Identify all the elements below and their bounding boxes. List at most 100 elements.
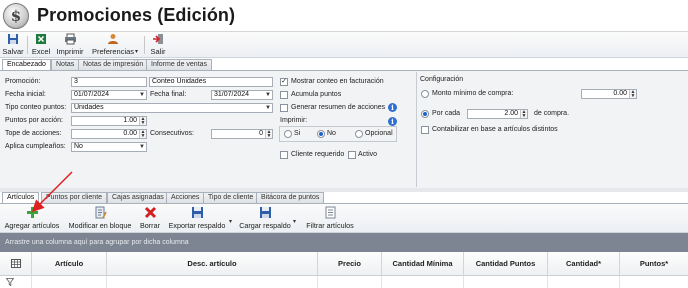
activo-label: Activo <box>358 151 378 158</box>
tab-puntos-cliente[interactable]: Puntos por cliente <box>41 192 108 203</box>
export-backup-button[interactable]: Exportar respaldo <box>166 206 228 232</box>
imprimir-no-radio[interactable] <box>317 130 325 138</box>
add-articles-label: Agregar artículos <box>4 221 60 230</box>
delete-button[interactable]: Borrar <box>137 206 163 232</box>
filter-cell[interactable] <box>318 276 382 288</box>
spin-arrows-icon[interactable]: ▲ ▼ <box>520 110 527 118</box>
print-button[interactable]: Imprimir <box>55 33 85 57</box>
chevron-down-icon[interactable]: ▼ <box>264 104 272 112</box>
consecutivos-field[interactable]: 0 ▲ ▼ <box>211 129 273 139</box>
monto-minimo-field[interactable]: 0.00 ▲ ▼ <box>581 89 637 99</box>
tab-notas[interactable]: Notas <box>51 59 80 70</box>
filter-cell[interactable] <box>548 276 620 288</box>
de-compra-label: de compra. <box>534 110 570 117</box>
cliente-requerido-checkbox[interactable] <box>280 151 288 159</box>
filter-cell[interactable] <box>382 276 464 288</box>
excel-button[interactable]: Excel <box>30 33 52 57</box>
filter-articles-label: Filtrar artículos <box>306 221 354 230</box>
title-bar: $ Promociones (Edición) <box>0 0 688 32</box>
group-by-drop-area[interactable]: Arrastre una columna aquí para agrupar p… <box>0 233 688 252</box>
fecha-final-label: Fecha final: <box>150 91 187 98</box>
puntos-accion-field[interactable]: 1.00 ▲ ▼ <box>71 116 147 126</box>
consecutivos-label: Consecutivos: <box>150 130 194 137</box>
info-icon[interactable]: i <box>388 117 397 126</box>
preferences-button[interactable]: Preferencias <box>91 33 135 57</box>
fecha-inicial-label: Fecha inicial: <box>5 91 46 98</box>
tab-notas-impresion[interactable]: Notas de impresión <box>78 59 149 70</box>
monto-minimo-label: Monto mínimo de compra: <box>432 90 514 97</box>
tope-acciones-field[interactable]: 0.00 ▲ ▼ <box>71 129 147 139</box>
column-puntos[interactable]: Puntos* <box>620 252 688 276</box>
bulk-edit-button[interactable]: Modificar en bloque <box>65 206 135 232</box>
monto-minimo-radio[interactable] <box>421 90 429 98</box>
acumula-puntos-checkbox[interactable] <box>280 91 288 99</box>
filter-cell[interactable] <box>464 276 548 288</box>
add-articles-button[interactable]: Agregar artículos <box>2 206 62 232</box>
por-cada-radio[interactable] <box>421 110 429 118</box>
por-cada-field[interactable]: 2.00 ▲ ▼ <box>467 109 528 119</box>
column-chooser-icon[interactable] <box>0 252 32 276</box>
grid-header: Artículo Desc. artículo Precio Cantidad … <box>0 252 688 276</box>
fecha-final-field[interactable]: 31/07/2024 ▼ <box>211 90 273 100</box>
aplica-cumple-select[interactable]: No ▼ <box>71 142 147 152</box>
dollar-coin-icon: $ <box>3 3 29 29</box>
tipo-conteo-value: Unidades <box>74 104 104 111</box>
tab-cajas-asignadas[interactable]: Cajas asignadas <box>107 192 169 203</box>
export-dropdown-arrow[interactable]: ▾ <box>229 218 232 225</box>
filter-funnel-icon[interactable] <box>0 276 32 288</box>
grid-filter-row <box>0 276 688 288</box>
chevron-down-icon[interactable]: ▼ <box>264 91 272 99</box>
descripcion-field[interactable]: Conteo Unidades <box>149 77 273 87</box>
tab-informe-ventas[interactable]: Informe de ventas <box>146 59 213 70</box>
configuracion-title: Configuración <box>420 76 464 83</box>
promocion-field[interactable]: 3 <box>71 77 147 87</box>
aplica-cumple-value: No <box>74 143 83 150</box>
filter-articles-button[interactable]: Filtrar artículos <box>302 206 358 232</box>
contabilizar-checkbox[interactable] <box>421 126 429 134</box>
header-form-panel: Promoción: 3 Conteo Unidades Fecha inici… <box>0 70 688 188</box>
activo-checkbox[interactable] <box>348 151 356 159</box>
imprimir-si-radio[interactable] <box>284 130 292 138</box>
promocion-label: Promoción: <box>5 78 41 85</box>
spin-arrows-icon[interactable]: ▲ ▼ <box>265 130 272 138</box>
tab-acciones[interactable]: Acciones <box>166 192 205 203</box>
column-cantidad-minima[interactable]: Cantidad Mínima <box>382 252 464 276</box>
toolbar-separator <box>27 36 28 54</box>
chevron-down-icon[interactable]: ▼ <box>138 91 146 99</box>
spin-arrows-icon[interactable]: ▲ ▼ <box>629 90 636 98</box>
fecha-inicial-field[interactable]: 01/07/2024 ▼ <box>71 90 147 100</box>
column-desc-articulo[interactable]: Desc. artículo <box>107 252 318 276</box>
bulk-edit-label: Modificar en bloque <box>68 221 132 230</box>
detail-tabs: Artículos Puntos por cliente Cajas asign… <box>0 192 688 203</box>
bulk-edit-icon <box>65 206 135 221</box>
filter-cell[interactable] <box>32 276 107 288</box>
tab-articulos[interactable]: Artículos <box>2 192 40 203</box>
save-button[interactable]: Salvar <box>2 33 24 57</box>
load-backup-button[interactable]: Cargar respaldo <box>238 206 292 232</box>
column-articulo[interactable]: Artículo <box>32 252 107 276</box>
excel-label: Excel <box>31 47 51 56</box>
spin-arrows-icon[interactable]: ▲ ▼ <box>139 117 146 125</box>
filter-cell[interactable] <box>620 276 688 288</box>
contabilizar-label: Contabilizar en base a artículos distint… <box>432 126 558 133</box>
filter-cell[interactable] <box>107 276 318 288</box>
tab-tipo-cliente[interactable]: Tipo de cliente <box>203 192 259 203</box>
puntos-accion-value: 1.00 <box>123 117 137 124</box>
delete-x-icon <box>137 206 163 221</box>
tipo-conteo-select[interactable]: Unidades ▼ <box>71 103 273 113</box>
column-precio[interactable]: Precio <box>318 252 382 276</box>
chevron-down-icon[interactable]: ▼ <box>138 143 146 151</box>
filter-document-icon <box>302 206 358 221</box>
spin-arrows-icon[interactable]: ▲ ▼ <box>139 130 146 138</box>
info-icon[interactable]: i <box>388 103 397 112</box>
column-cantidad[interactable]: Cantidad* <box>548 252 620 276</box>
generar-resumen-checkbox[interactable] <box>280 104 288 112</box>
column-cantidad-puntos[interactable]: Cantidad Puntos <box>464 252 548 276</box>
exit-button[interactable]: Salir <box>147 33 169 57</box>
tab-encabezado[interactable]: Encabezado <box>2 59 51 70</box>
imprimir-opcional-radio[interactable] <box>355 130 363 138</box>
tab-bitacora-puntos[interactable]: Bitácora de puntos <box>256 192 325 203</box>
preferences-dropdown-arrow[interactable]: ▾ <box>135 48 138 55</box>
load-dropdown-arrow[interactable]: ▾ <box>293 218 296 225</box>
mostrar-conteo-checkbox[interactable]: ✓ <box>280 78 288 86</box>
